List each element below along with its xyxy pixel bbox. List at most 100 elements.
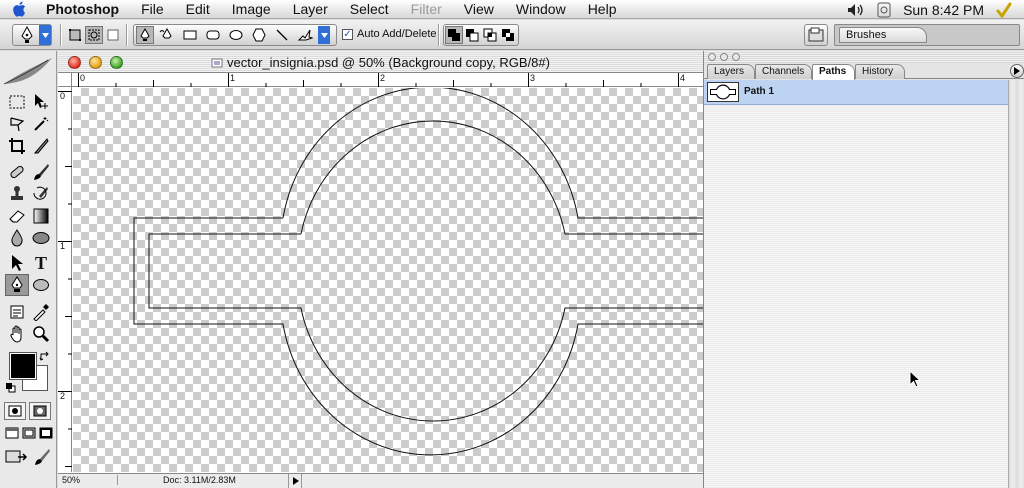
auto-add-delete-option[interactable]: ✓ Auto Add/Delete	[342, 28, 437, 40]
tool-path-selection[interactable]	[5, 252, 29, 274]
palette-zoom-button[interactable]	[732, 53, 740, 61]
tool-type[interactable]: T	[29, 252, 53, 274]
menu-filter[interactable]: Filter	[400, 0, 453, 19]
tool-preset-picker[interactable]	[12, 24, 52, 46]
preset-dropdown-arrow[interactable]	[39, 25, 51, 45]
tool-eyedropper[interactable]	[29, 301, 53, 323]
tool-crop[interactable]	[5, 135, 29, 157]
tool-pen[interactable]	[5, 274, 29, 296]
palette-well-button[interactable]	[804, 24, 828, 46]
ruler-origin[interactable]	[58, 73, 72, 87]
shape-layers-button[interactable]	[66, 26, 84, 44]
tool-dodge[interactable]	[29, 227, 53, 249]
menu-file[interactable]: File	[130, 0, 175, 19]
vertical-ruler[interactable]: 0 1 2	[58, 87, 72, 472]
rounded-rectangle-button[interactable]	[204, 26, 222, 44]
custom-shape-button[interactable]	[296, 26, 314, 44]
tool-healing-brush[interactable]	[5, 161, 29, 183]
menu-photoshop[interactable]: Photoshop	[40, 0, 130, 19]
chevron-down-icon	[320, 32, 328, 38]
foreground-color-front[interactable]	[9, 352, 37, 380]
menu-select[interactable]: Select	[339, 0, 400, 19]
ruler-top-label: 1	[230, 73, 236, 83]
tab-history[interactable]: History	[855, 64, 905, 79]
freeform-pen-button[interactable]	[158, 26, 176, 44]
tool-blur[interactable]	[5, 227, 29, 249]
tool-brush[interactable]	[29, 161, 53, 183]
line-shape-button[interactable]	[273, 26, 291, 44]
ellipse-icon	[229, 30, 243, 40]
palette-menu-button[interactable]	[1010, 64, 1024, 78]
tool-slice[interactable]	[29, 135, 53, 157]
apple-menu[interactable]	[0, 1, 40, 17]
polygon-shape-button[interactable]	[250, 26, 268, 44]
palette-close-button[interactable]	[708, 53, 716, 61]
horizontal-ruler[interactable]: 0 1 2 3 4	[72, 73, 703, 87]
tool-gradient[interactable]	[29, 205, 53, 227]
palette-minimize-button[interactable]	[720, 53, 728, 61]
tool-move[interactable]	[29, 91, 53, 113]
tab-layers[interactable]: Layers	[707, 64, 755, 79]
screen-mode-standard[interactable]	[4, 425, 19, 441]
quick-mask-button[interactable]	[29, 402, 51, 420]
tool-eraser[interactable]	[5, 205, 29, 227]
tool-history-brush[interactable]	[29, 183, 53, 205]
menu-layer[interactable]: Layer	[282, 0, 339, 19]
tool-zoom[interactable]	[29, 323, 53, 345]
custom-shape-dropdown[interactable]	[318, 26, 330, 44]
tool-hand[interactable]	[5, 323, 29, 345]
standard-mode-button[interactable]	[4, 402, 26, 420]
status-info-menu-button[interactable]	[290, 474, 302, 488]
tool-magic-wand[interactable]	[29, 113, 53, 135]
exclude-overlap-button[interactable]	[499, 26, 517, 44]
add-to-path-button[interactable]	[445, 26, 463, 44]
menu-extras: Sun 8:42 PM	[847, 0, 1024, 19]
menu-help[interactable]: Help	[577, 0, 628, 19]
jump-to-imageready[interactable]	[4, 447, 30, 467]
swap-colors-icon[interactable]	[39, 351, 50, 362]
document-canvas[interactable]	[73, 88, 703, 472]
feather-logo-icon[interactable]	[2, 56, 55, 88]
default-colors-icon[interactable]	[6, 383, 16, 393]
menu-image[interactable]: Image	[221, 0, 282, 19]
palette-scrollbar[interactable]	[1008, 80, 1024, 488]
menu-window[interactable]: Window	[505, 0, 577, 19]
tab-paths[interactable]: Paths	[812, 64, 855, 80]
volume-icon[interactable]	[847, 3, 865, 17]
display-icon[interactable]	[877, 2, 891, 18]
menu-clock[interactable]: Sun 8:42 PM	[903, 2, 984, 18]
hand-icon	[10, 325, 22, 343]
script-check-icon[interactable]	[996, 2, 1012, 18]
imageready-brush[interactable]	[31, 447, 53, 467]
screen-mode-full-menu[interactable]	[21, 425, 36, 441]
eyedropper-icon	[33, 304, 49, 321]
tool-lasso[interactable]	[5, 113, 29, 135]
document-size: Doc: 3.11M/2.83M	[163, 475, 236, 485]
pen-option-button[interactable]	[136, 26, 154, 44]
zoom-level[interactable]: 50%	[62, 475, 118, 485]
brushes-tab[interactable]: Brushes	[839, 27, 927, 43]
auto-add-delete-checkbox[interactable]: ✓	[342, 28, 353, 40]
ruler-left-label: 1	[60, 241, 66, 251]
tool-marquee[interactable]	[5, 91, 29, 113]
tool-notes[interactable]	[5, 301, 29, 323]
menu-edit[interactable]: Edit	[175, 0, 221, 19]
path-row-path-1[interactable]: Path 1	[704, 80, 1008, 105]
subtract-from-path-button[interactable]	[463, 26, 481, 44]
palette-title-bar[interactable]	[704, 51, 1024, 63]
tab-channels[interactable]: Channels	[755, 64, 812, 79]
paths-list: Path 1	[704, 80, 1008, 488]
ellipse-shape-button[interactable]	[227, 26, 245, 44]
tool-clone-stamp[interactable]	[5, 183, 29, 205]
intersect-path-button[interactable]	[481, 26, 499, 44]
fill-pixels-button[interactable]	[104, 26, 122, 44]
fill-pixels-icon	[107, 29, 119, 41]
menu-view[interactable]: View	[453, 0, 505, 19]
document-title-bar[interactable]: vector_insignia.psd @ 50% (Background co…	[58, 51, 703, 73]
screen-mode-full[interactable]	[38, 425, 53, 441]
rectangle-shape-button[interactable]	[181, 26, 199, 44]
tool-shape[interactable]	[29, 274, 53, 296]
paths-mode-button[interactable]	[85, 26, 103, 44]
ruler-top-label: 0	[80, 73, 86, 83]
options-separator	[60, 24, 62, 46]
